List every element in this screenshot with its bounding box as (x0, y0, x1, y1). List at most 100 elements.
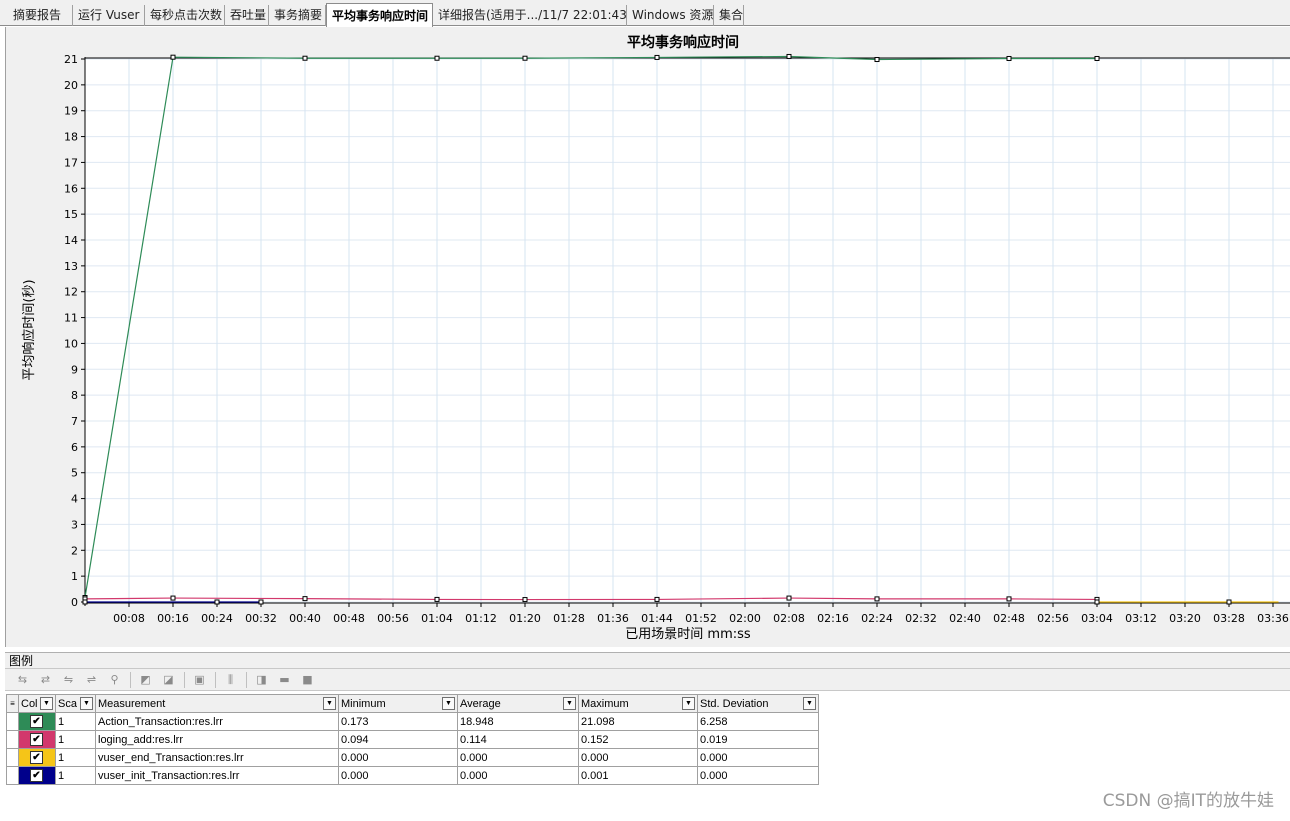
column-header-average[interactable]: Average ▼ (457, 694, 579, 713)
x-tick-label: 01:52 (685, 612, 717, 625)
series-point-3 (258, 599, 264, 605)
cell-std-deviation: 0.000 (697, 748, 819, 767)
column-header-measurement[interactable]: Measurement ▼ (95, 694, 339, 713)
column-header-sca[interactable]: Sca ▼ (55, 694, 96, 713)
x-tick-label: 02:08 (773, 612, 805, 625)
tab-6[interactable]: 详细报告(适用于.../11/7 22:01:43 (433, 5, 627, 26)
y-tick-label: 18 (64, 131, 78, 144)
y-tick-label: 7 (71, 415, 78, 428)
column-header-col[interactable]: Col ▼ (18, 694, 56, 713)
measurement-options-icon[interactable]: ▬ (277, 673, 292, 686)
series-point-0 (1006, 55, 1012, 61)
column-dropdown-icon[interactable]: ▼ (682, 697, 695, 710)
tab-4[interactable]: 事务摘要 (269, 5, 326, 26)
series-visible-checkbox[interactable]: ✔ (30, 751, 43, 764)
tab-5[interactable]: 平均事务响应时间 (326, 3, 433, 27)
y-tick-label: 1 (71, 570, 78, 583)
cell-std-deviation: 6.258 (697, 712, 819, 731)
sort-asc-icon[interactable]: ◩ (138, 673, 153, 686)
series-color-cell[interactable]: ✔ (18, 712, 56, 731)
chart-svg: 012345678910111213141516171819202100:08 0… (21, 34, 1290, 642)
cell-average: 18.948 (457, 712, 579, 731)
filter-icon[interactable]: ⚲ (107, 673, 122, 686)
series-color-cell[interactable]: ✔ (18, 730, 56, 749)
column-dropdown-icon[interactable]: ▼ (40, 697, 53, 710)
series-visible-checkbox[interactable]: ✔ (30, 733, 43, 746)
column-dropdown-icon[interactable]: ▼ (80, 697, 93, 710)
column-header-label: Maximum (581, 697, 629, 710)
series-point-2 (1226, 599, 1232, 605)
report-tab-bar: 摘要报告 运行 Vuser 每秒点击次数 吞吐量 事务摘要 平均事务响应时间 详细报告(适用… (0, 0, 1290, 27)
x-tick-label: 00:56 (377, 612, 409, 625)
series-color-swatch: ✔ (19, 713, 55, 730)
column-dropdown-icon[interactable]: ▼ (323, 697, 336, 710)
y-tick-label: 6 (71, 441, 78, 454)
y-tick-label: 0 (71, 596, 78, 609)
series-visible-checkbox[interactable]: ✔ (30, 715, 43, 728)
column-dropdown-icon[interactable]: ▼ (563, 697, 576, 710)
tab-1[interactable]: 运行 Vuser (73, 5, 145, 26)
column-header-std-deviation[interactable]: Std. Deviation ▼ (697, 694, 819, 713)
tab-8[interactable]: 集合 (714, 5, 744, 26)
series-visible-checkbox[interactable]: ✔ (30, 769, 43, 782)
legend-pane: 图例 ⇆ ⇄ ⇋ ⇌ ⚲ ◩ ◪ ▣ ⫼ ◨ ▬ ■ ≡ Col ▼ Sca ▼ Measurement ▼ Mi… (0, 650, 1290, 821)
y-tick-label: 19 (64, 105, 78, 118)
series-color-cell[interactable]: ✔ (18, 766, 56, 785)
show-only-selected-icon[interactable]: ⇆ (15, 673, 30, 686)
row-selector-corner[interactable]: ≡ (6, 694, 19, 713)
toolbar-separator (130, 672, 131, 688)
configure-icon[interactable]: ▣ (192, 673, 207, 686)
x-tick-label: 01:44 (641, 612, 673, 625)
legend-row[interactable]: ✔ 1 Action_Transaction:res.lrr 0.173 18.948 2… (6, 712, 819, 731)
x-axis-label: 已用场景时间 mm:ss (625, 627, 751, 642)
cell-scale: 1 (55, 712, 96, 731)
legend-header-row: ≡ Col ▼ Sca ▼ Measurement ▼ Minimum ▼ Average ▼ Ma… (6, 694, 819, 713)
columns-icon[interactable]: ⫼ (223, 673, 238, 686)
column-dropdown-icon[interactable]: ▼ (442, 697, 455, 710)
series-point-1 (522, 597, 528, 603)
legend-toolbar: ⇆ ⇄ ⇋ ⇌ ⚲ ◩ ◪ ▣ ⫼ ◨ ▬ ■ (5, 669, 1290, 691)
legend-row[interactable]: ✔ 1 vuser_end_Transaction:res.lrr 0.000 0.00… (6, 748, 819, 767)
legend-row[interactable]: ✔ 1 loging_add:res.lrr 0.094 0.114 0.152 0.019 (6, 730, 819, 749)
y-tick-label: 20 (64, 79, 78, 92)
row-selector[interactable] (6, 730, 19, 749)
y-axis-label: 平均响应时间(秒) (21, 279, 37, 380)
y-tick-label: 11 (64, 312, 78, 325)
cell-measurement: loging_add:res.lrr (95, 730, 339, 749)
show-all-icon[interactable]: ⇄ (38, 673, 53, 686)
cell-measurement: Action_Transaction:res.lrr (95, 712, 339, 731)
column-header-minimum[interactable]: Minimum ▼ (338, 694, 458, 713)
cell-std-deviation: 0.000 (697, 766, 819, 785)
row-selector[interactable] (6, 766, 19, 785)
hide-selected-icon[interactable]: ⇋ (61, 673, 76, 686)
series-point-1 (170, 595, 176, 601)
sort-desc-icon[interactable]: ◪ (161, 673, 176, 686)
animate-icon[interactable]: ◨ (254, 673, 269, 686)
column-header-maximum[interactable]: Maximum ▼ (578, 694, 698, 713)
stop-icon[interactable]: ■ (300, 673, 315, 686)
cell-minimum: 0.000 (338, 766, 458, 785)
row-selector[interactable] (6, 712, 19, 731)
tab-2[interactable]: 每秒点击次数 (145, 5, 225, 26)
legend-row[interactable]: ✔ 1 vuser_init_Transaction:res.lrr 0.000 0.0… (6, 766, 819, 785)
cell-std-deviation: 0.019 (697, 730, 819, 749)
x-tick-label: 02:24 (861, 612, 893, 625)
y-tick-label: 12 (64, 286, 78, 299)
plot-area (85, 59, 1290, 602)
hide-all-icon[interactable]: ⇌ (84, 673, 99, 686)
row-selector[interactable] (6, 748, 19, 767)
column-header-label: Col (21, 697, 38, 710)
series-point-1 (302, 596, 308, 602)
tab-7[interactable]: Windows 资源 (627, 5, 714, 26)
x-tick-label: 02:48 (993, 612, 1025, 625)
column-dropdown-icon[interactable]: ▼ (803, 697, 816, 710)
series-color-cell[interactable]: ✔ (18, 748, 56, 767)
x-tick-label: 01:12 (465, 612, 497, 625)
x-tick-label: 02:16 (817, 612, 849, 625)
y-tick-label: 2 (71, 544, 78, 557)
tab-0[interactable]: 摘要报告 (8, 5, 73, 26)
x-tick-label: 02:56 (1037, 612, 1069, 625)
x-tick-label: 01:28 (553, 612, 585, 625)
tab-3[interactable]: 吞吐量 (225, 5, 269, 26)
toolbar-separator (246, 672, 247, 688)
